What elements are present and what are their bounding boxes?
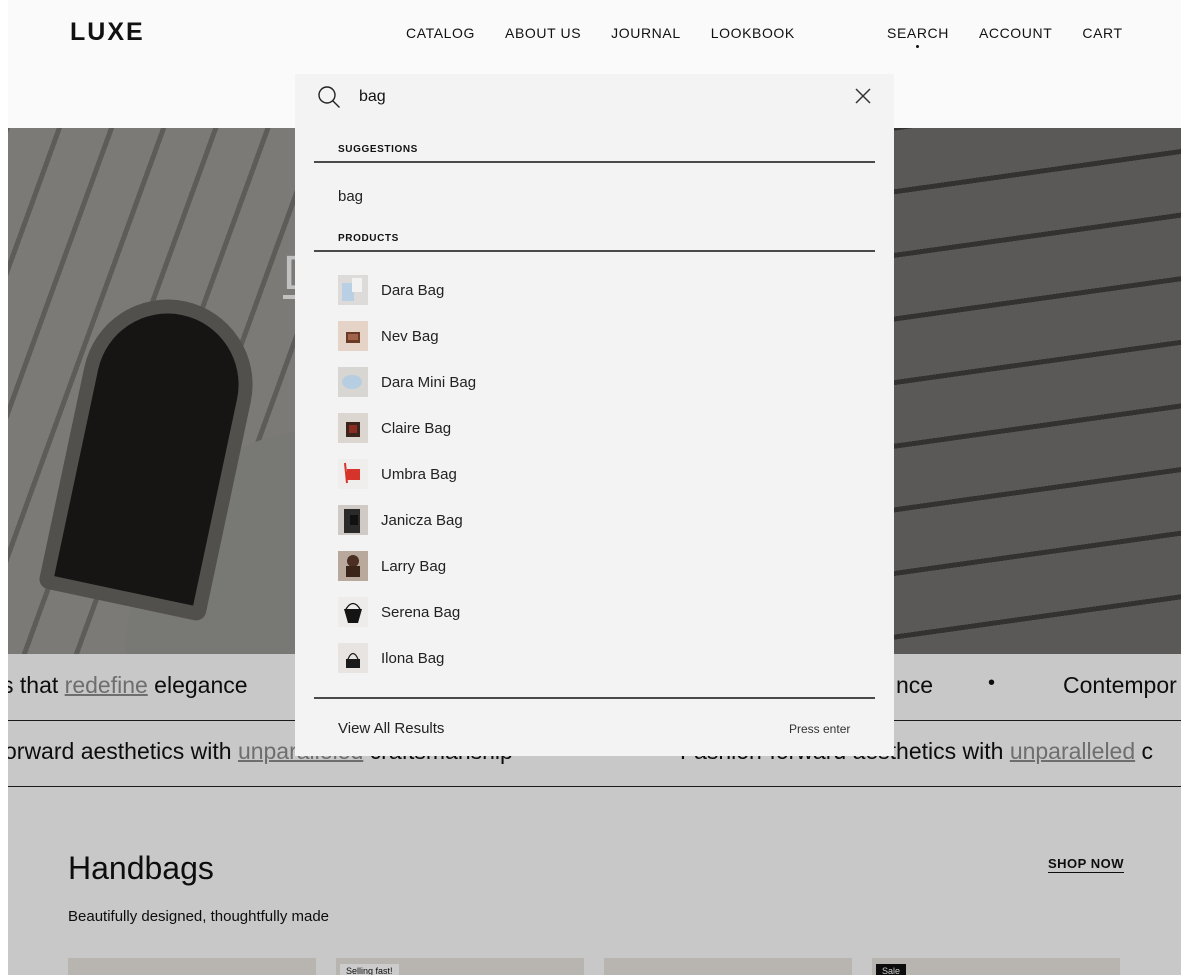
search-input[interactable] [359, 86, 819, 108]
product-thumbnail [338, 275, 368, 305]
product-name: Janicza Bag [381, 511, 463, 529]
product-name: Claire Bag [381, 419, 452, 437]
nav-account[interactable]: ACCOUNT [979, 25, 1052, 41]
product-thumbnail [338, 459, 368, 489]
product-result[interactable]: Dara Bag [338, 274, 444, 306]
product-thumbnail [338, 551, 368, 581]
site-logo[interactable]: LUXE [70, 18, 145, 47]
nav-lookbook[interactable]: LOOKBOOK [711, 25, 795, 41]
suggestion-item[interactable]: bag [338, 188, 363, 205]
nav-search[interactable]: SEARCH [887, 25, 949, 48]
product-thumbnail [338, 367, 368, 397]
close-icon[interactable] [854, 87, 872, 105]
search-bar [295, 74, 894, 120]
nav-catalog[interactable]: CATALOG [406, 25, 475, 41]
nav-search-label: SEARCH [887, 25, 949, 41]
product-result[interactable]: Serena Bag [338, 596, 460, 628]
product-thumbnail [338, 643, 368, 673]
product-name: Serena Bag [381, 603, 461, 621]
nav-cart[interactable]: CART [1082, 25, 1122, 41]
product-result[interactable]: Umbra Bag [338, 458, 457, 490]
product-name: Umbra Bag [381, 465, 457, 483]
product-thumbnail [338, 413, 368, 443]
search-icon [318, 86, 340, 108]
product-result[interactable]: Ilona Bag [338, 642, 444, 674]
product-thumbnail [338, 505, 368, 535]
utility-nav: SEARCH ACCOUNT CART [887, 25, 1123, 48]
product-name: Nev Bag [381, 327, 439, 345]
product-result[interactable]: Claire Bag [338, 412, 451, 444]
product-result[interactable]: Nev Bag [338, 320, 439, 352]
search-dropdown: SUGGESTIONS bag PRODUCTS Dara Bag Nev Ba… [295, 74, 894, 756]
products-heading: PRODUCTS [338, 233, 399, 244]
nav-about-us[interactable]: ABOUT US [505, 25, 581, 41]
product-thumbnail [338, 321, 368, 351]
nav-journal[interactable]: JOURNAL [611, 25, 681, 41]
main-nav: CATALOG ABOUT US JOURNAL LOOKBOOK [406, 25, 795, 41]
suggestions-heading: SUGGESTIONS [338, 144, 418, 155]
product-result[interactable]: Larry Bag [338, 550, 446, 582]
products-divider [314, 250, 875, 252]
view-all-results-link[interactable]: View All Results [338, 720, 444, 737]
product-name: Ilona Bag [381, 649, 445, 667]
product-name: Dara Mini Bag [381, 373, 477, 391]
product-result[interactable]: Dara Mini Bag [338, 366, 476, 398]
product-thumbnail [338, 597, 368, 627]
results-footer-divider [314, 697, 875, 699]
press-enter-hint: Press enter [789, 722, 851, 736]
suggestions-divider [314, 161, 875, 163]
product-name: Larry Bag [381, 557, 447, 575]
product-name: Dara Bag [381, 281, 445, 299]
active-indicator-dot [916, 45, 920, 48]
product-result[interactable]: Janicza Bag [338, 504, 463, 536]
